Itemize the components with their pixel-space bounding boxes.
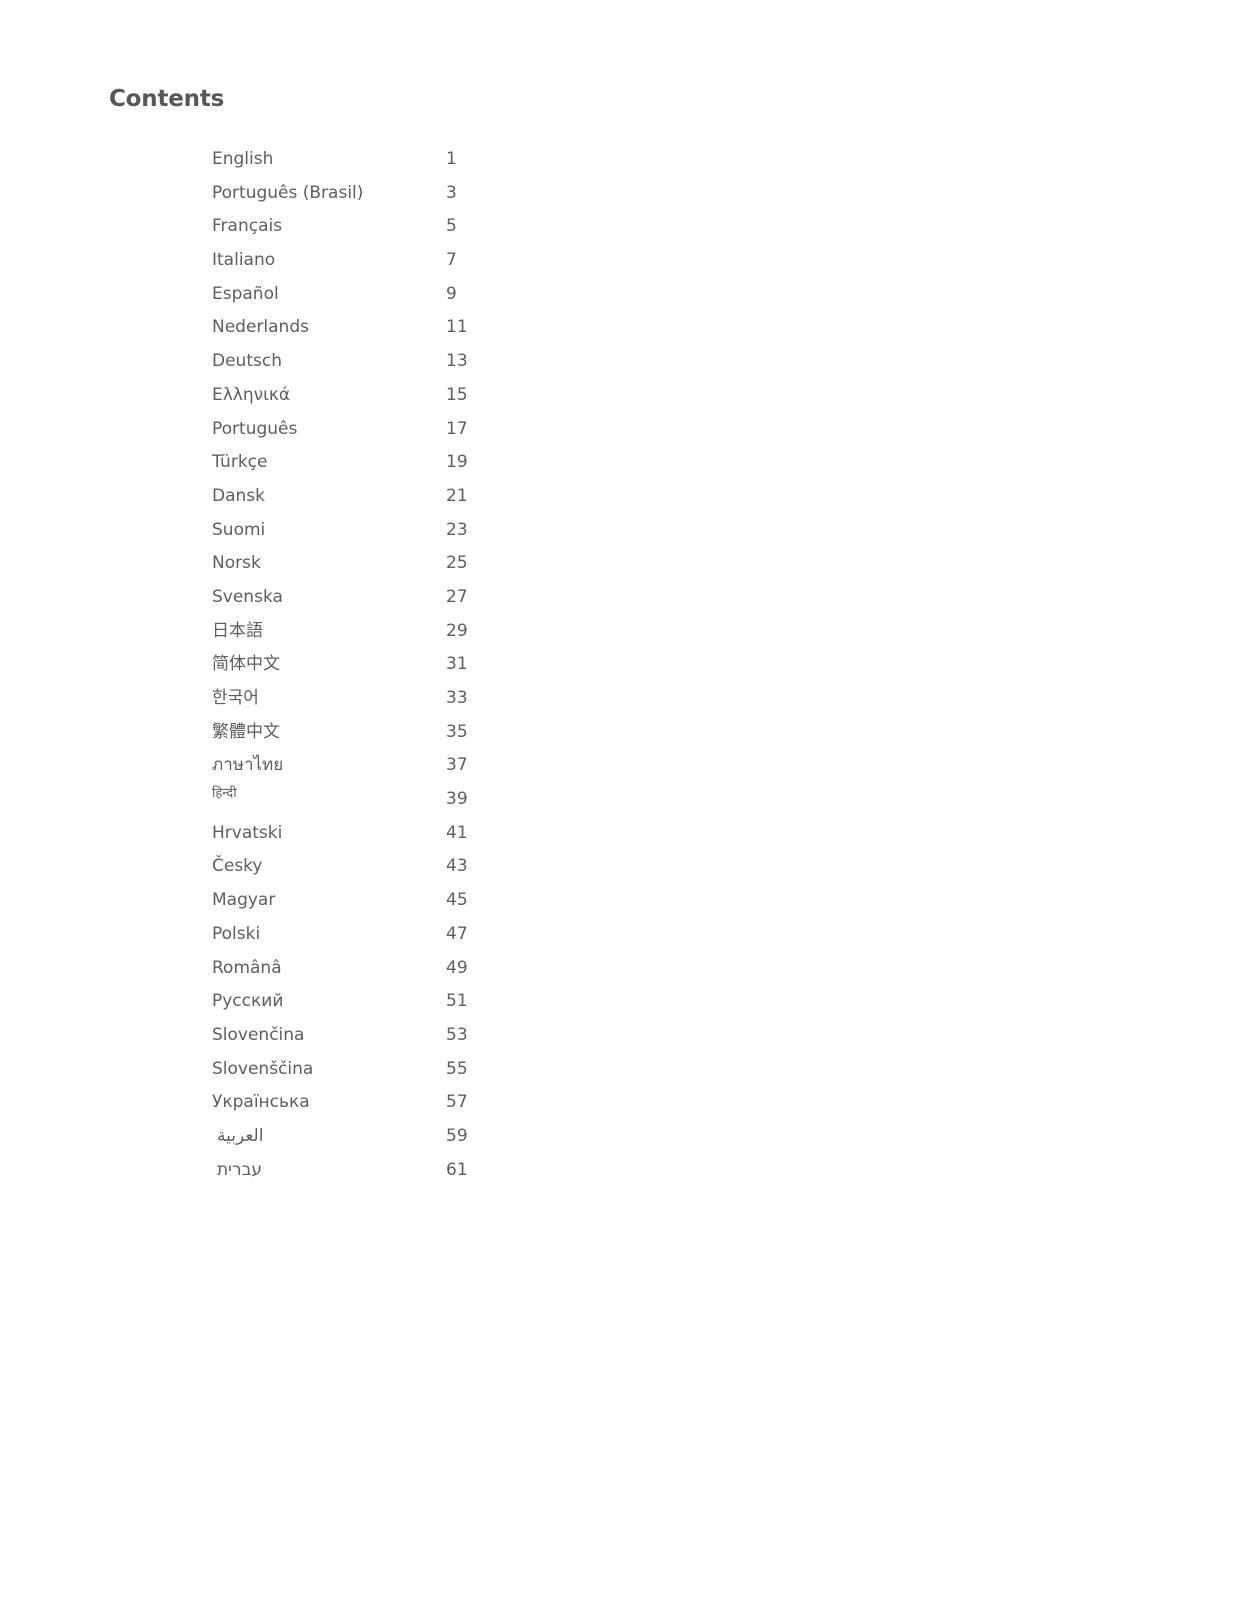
toc-entry-page-number: 49 bbox=[446, 957, 468, 978]
toc-entry-page-number: 13 bbox=[446, 351, 468, 372]
toc-entry-page-number: 35 bbox=[446, 721, 468, 742]
toc-entry-page-number: 59 bbox=[446, 1125, 468, 1146]
toc-entry-label[interactable]: 简体中文 bbox=[212, 648, 280, 682]
toc-entry[interactable]: Slovenščina 55 bbox=[212, 1053, 512, 1087]
toc-entry[interactable]: Česky 43 bbox=[212, 850, 512, 884]
toc-entry[interactable]: 繁體中文 35 bbox=[212, 716, 512, 750]
toc-entry[interactable]: Dansk 21 bbox=[212, 480, 512, 514]
toc-entry-label[interactable]: Türkçe bbox=[212, 446, 267, 480]
toc-entry-label[interactable]: Français bbox=[212, 210, 282, 244]
toc-entry-page-number: 57 bbox=[446, 1092, 468, 1113]
toc-entry-label[interactable]: Español bbox=[212, 278, 279, 312]
toc-entry-label[interactable]: Deutsch bbox=[212, 345, 282, 379]
toc-entry-page-number: 41 bbox=[446, 822, 468, 843]
toc-entry-label[interactable]: Nederlands bbox=[212, 311, 309, 345]
toc-entry-label[interactable]: Italiano bbox=[212, 244, 275, 278]
toc-entry-label[interactable]: Slovenčina bbox=[212, 1019, 304, 1053]
toc-entry-label[interactable]: Česky bbox=[212, 850, 263, 884]
toc-entry[interactable]: Svenska 27 bbox=[212, 581, 512, 615]
toc-entry-label[interactable]: Svenska bbox=[212, 581, 283, 615]
toc-entry-label[interactable]: Românâ bbox=[212, 952, 282, 986]
toc-entry-page-number: 21 bbox=[446, 485, 468, 506]
toc-entry[interactable]: हिन्दी 39 bbox=[212, 783, 512, 817]
toc-entry[interactable]: Français 5 bbox=[212, 210, 512, 244]
toc-entry[interactable]: Norsk 25 bbox=[212, 547, 512, 581]
toc-entry[interactable]: Deutsch 13 bbox=[212, 345, 512, 379]
toc-entry-label[interactable]: Ελληνικά bbox=[212, 379, 290, 413]
toc-entry[interactable]: Polski 47 bbox=[212, 918, 512, 952]
toc-entry[interactable]: Русский 51 bbox=[212, 985, 512, 1019]
table-of-contents: English 1 Português (Brasil) 3 Français 5 Ital… bbox=[212, 143, 512, 1187]
toc-entry-label[interactable]: עברית bbox=[217, 1154, 262, 1188]
toc-entry-label[interactable]: 日本語 bbox=[212, 615, 263, 649]
toc-entry[interactable]: Nederlands 11 bbox=[212, 311, 512, 345]
toc-entry[interactable]: English 1 bbox=[212, 143, 512, 177]
toc-entry-label[interactable]: Slovenščina bbox=[212, 1053, 313, 1087]
toc-entry-label[interactable]: Polski bbox=[212, 918, 260, 952]
toc-entry-page-number: 37 bbox=[446, 755, 468, 776]
toc-entry[interactable]: العربية 59 bbox=[212, 1120, 512, 1154]
toc-entry-label[interactable]: हिन्दी bbox=[212, 777, 237, 811]
toc-entry-label[interactable]: Suomi bbox=[212, 514, 265, 548]
toc-entry-label[interactable]: 繁體中文 bbox=[212, 716, 280, 750]
toc-entry-page-number: 5 bbox=[446, 216, 457, 237]
toc-entry[interactable]: ภาษาไทย 37 bbox=[212, 749, 512, 783]
toc-entry-label[interactable]: Українська bbox=[212, 1086, 310, 1120]
toc-entry[interactable]: עברית 61 bbox=[212, 1154, 512, 1188]
toc-entry[interactable]: Suomi 23 bbox=[212, 514, 512, 548]
toc-entry-label[interactable]: Dansk bbox=[212, 480, 265, 514]
toc-entry[interactable]: 简体中文 31 bbox=[212, 648, 512, 682]
toc-entry-page-number: 61 bbox=[446, 1159, 468, 1180]
toc-entry-page-number: 19 bbox=[446, 452, 468, 473]
toc-entry-page-number: 39 bbox=[446, 789, 468, 810]
toc-entry-page-number: 55 bbox=[446, 1058, 468, 1079]
toc-entry[interactable]: Românâ 49 bbox=[212, 952, 512, 986]
toc-entry-page-number: 7 bbox=[446, 250, 457, 271]
toc-entry[interactable]: Português 17 bbox=[212, 413, 512, 447]
toc-entry[interactable]: Українська 57 bbox=[212, 1086, 512, 1120]
toc-entry-page-number: 11 bbox=[446, 317, 468, 338]
toc-entry-label[interactable]: Русский bbox=[212, 985, 283, 1019]
toc-entry-page-number: 9 bbox=[446, 283, 457, 304]
toc-entry-page-number: 43 bbox=[446, 856, 468, 877]
toc-entry[interactable]: Português (Brasil) 3 bbox=[212, 177, 512, 211]
toc-entry[interactable]: Magyar 45 bbox=[212, 884, 512, 918]
toc-entry-label[interactable]: Norsk bbox=[212, 547, 261, 581]
toc-entry-page-number: 1 bbox=[446, 149, 457, 169]
toc-entry-label[interactable]: 한국어 bbox=[212, 682, 259, 716]
toc-entry[interactable]: 日本語 29 bbox=[212, 615, 512, 649]
toc-entry-page-number: 3 bbox=[446, 182, 457, 203]
toc-entry[interactable]: Türkçe 19 bbox=[212, 446, 512, 480]
toc-entry-label[interactable]: Português (Brasil) bbox=[212, 177, 363, 211]
toc-entry-page-number: 23 bbox=[446, 519, 468, 540]
toc-entry-page-number: 31 bbox=[446, 654, 468, 675]
toc-entry-page-number: 45 bbox=[446, 890, 468, 911]
toc-entry-page-number: 15 bbox=[446, 384, 468, 405]
toc-entry-label[interactable]: العربية bbox=[217, 1120, 263, 1154]
toc-entry-page-number: 47 bbox=[446, 923, 468, 944]
toc-entry[interactable]: 한국어 33 bbox=[212, 682, 512, 716]
toc-entry-page-number: 29 bbox=[446, 620, 468, 641]
toc-entry-label[interactable]: Português bbox=[212, 413, 297, 447]
toc-entry[interactable]: Hrvatski 41 bbox=[212, 817, 512, 851]
toc-entry-page-number: 53 bbox=[446, 1024, 468, 1045]
toc-entry-label[interactable]: Magyar bbox=[212, 884, 275, 918]
toc-entry-page-number: 27 bbox=[446, 586, 468, 607]
toc-entry-page-number: 51 bbox=[446, 991, 468, 1012]
toc-entry-label[interactable]: Hrvatski bbox=[212, 817, 282, 851]
toc-entry-page-number: 25 bbox=[446, 553, 468, 574]
toc-entry[interactable]: Ελληνικά 15 bbox=[212, 379, 512, 413]
toc-entry[interactable]: Italiano 7 bbox=[212, 244, 512, 278]
toc-entry-page-number: 33 bbox=[446, 688, 468, 708]
toc-entry[interactable]: Slovenčina 53 bbox=[212, 1019, 512, 1053]
toc-entry-label[interactable]: English bbox=[212, 143, 273, 177]
page-title: Contents bbox=[109, 86, 225, 112]
toc-entry[interactable]: Español 9 bbox=[212, 278, 512, 312]
toc-entry-page-number: 17 bbox=[446, 418, 468, 439]
